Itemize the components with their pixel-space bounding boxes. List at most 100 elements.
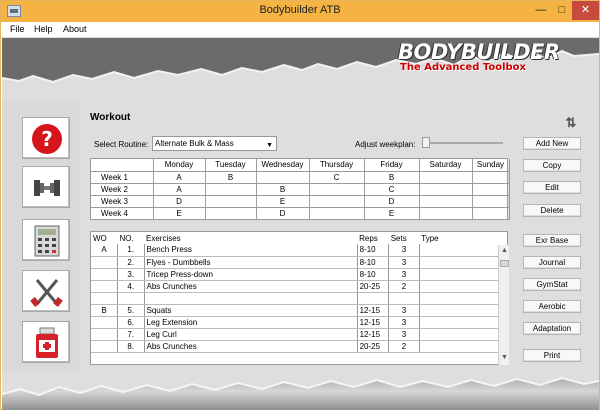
move-arrows-icon[interactable]: ⇅: [562, 114, 580, 132]
exercise-row[interactable]: 7. Leg Curl 12-15 3: [91, 328, 507, 341]
schedule-row[interactable]: Week 1ABCB: [91, 170, 510, 184]
edit-button[interactable]: Edit: [523, 181, 581, 194]
routine-label: Select Routine:: [94, 140, 149, 149]
advanced-toolbox-tagline: The Advanced Toolbox: [400, 62, 526, 73]
menu-bar: File Help About: [1, 22, 599, 38]
schedule-cell[interactable]: [418, 170, 473, 184]
schedule-cell[interactable]: A: [152, 182, 206, 196]
exercise-reps: 8-10: [357, 256, 390, 269]
schedule-cell[interactable]: B: [255, 182, 310, 196]
exercise-row[interactable]: B 5. Squats 12-15 3: [91, 304, 507, 317]
schedule-cell[interactable]: A: [152, 170, 206, 184]
adaptation-button[interactable]: Adaptation: [523, 322, 581, 335]
exercise-number: 2.: [117, 256, 145, 269]
exercise-sets: 3: [388, 304, 420, 317]
journal-button[interactable]: Journal: [523, 256, 581, 269]
schedule-cell[interactable]: [418, 182, 473, 196]
exercise-table: WO NO. Exercises Reps Sets Type A 1. Bench…: [90, 231, 508, 365]
workout-label: [91, 268, 118, 281]
gymstat-button[interactable]: GymStat: [523, 278, 581, 291]
type-header: Type: [419, 232, 507, 244]
maximize-button[interactable]: □: [552, 1, 572, 20]
exercise-row[interactable]: 4. Abs Crunches 20-25 2: [91, 280, 507, 293]
schedule-cell[interactable]: [471, 182, 510, 196]
schedule-cell[interactable]: B: [363, 170, 420, 184]
aerobic-button[interactable]: Aerobic: [523, 300, 581, 313]
schedule-cell[interactable]: D: [152, 194, 206, 208]
exercise-sets: 3: [388, 316, 420, 329]
calculator-icon: [34, 225, 60, 257]
help-tile[interactable]: ?: [22, 117, 70, 159]
exercise-reps: 12-15: [357, 316, 390, 329]
schedule-cell[interactable]: [418, 206, 473, 220]
schedule-cell[interactable]: C: [363, 182, 420, 196]
schedule-header: Wednesday: [255, 159, 310, 172]
minimize-button[interactable]: —: [530, 1, 552, 20]
schedule-row[interactable]: Week 2A B C: [91, 182, 510, 196]
scroll-thumb[interactable]: [500, 260, 509, 267]
exercise-type: [419, 304, 507, 317]
print-button[interactable]: Print: [523, 349, 581, 362]
exercise-name: Bench Press: [144, 244, 358, 257]
schedule-cell[interactable]: D: [363, 194, 420, 208]
scroll-up-icon[interactable]: ▲: [500, 246, 509, 255]
schedule-cell[interactable]: D: [255, 206, 310, 220]
exercise-row[interactable]: 6. Leg Extension 12-15 3: [91, 316, 507, 329]
exercise-row[interactable]: 8. Abs Crunches 20-25 2: [91, 340, 507, 353]
weekplan-slider-track[interactable]: [427, 142, 503, 144]
schedule-row[interactable]: Week 3DED: [91, 194, 510, 208]
schedule-cell[interactable]: [308, 194, 365, 208]
exercise-sets: [388, 292, 420, 305]
exercise-row[interactable]: 3. Tricep Press-down 8-10 3: [91, 268, 507, 281]
exr-base-button[interactable]: Exr Base: [523, 234, 581, 247]
exercise-header-row: WO NO. Exercises Reps Sets Type: [91, 232, 507, 244]
routine-select[interactable]: Alternate Bulk & Mass ▼: [152, 136, 277, 151]
workout-label: B: [91, 304, 118, 317]
supplements-tile[interactable]: [22, 321, 70, 363]
schedule-cell[interactable]: [471, 170, 510, 184]
schedule-cell[interactable]: [204, 194, 257, 208]
schedule-cell[interactable]: [308, 206, 365, 220]
delete-button[interactable]: Delete: [523, 204, 581, 217]
exercise-number: 3.: [117, 268, 145, 281]
menu-file[interactable]: File: [10, 24, 25, 34]
exercise-row[interactable]: A 1. Bench Press 8-10 3: [91, 244, 507, 257]
workout-label: [91, 256, 118, 269]
schedule-cell[interactable]: [308, 182, 365, 196]
schedule-cell[interactable]: [204, 206, 257, 220]
schedule-cell[interactable]: B: [204, 170, 257, 184]
exercise-reps: 12-15: [357, 328, 390, 341]
exercise-scrollbar[interactable]: ▲ ▼: [498, 245, 509, 365]
add-new-button[interactable]: Add New: [523, 137, 581, 150]
exercise-reps: 12-15: [357, 304, 390, 317]
schedule-cell[interactable]: [255, 170, 310, 184]
dumbbell-tile[interactable]: [22, 166, 70, 208]
close-button[interactable]: ✕: [572, 1, 599, 20]
schedule-header: [91, 159, 154, 172]
exercise-name-header: Exercises: [144, 232, 358, 244]
exercise-reps: [357, 292, 390, 305]
menu-help[interactable]: Help: [34, 24, 53, 34]
exercise-row[interactable]: 2. Flyes - Dumbbells 8-10 3: [91, 256, 507, 269]
schedule-cell[interactable]: [418, 194, 473, 208]
help-icon: ?: [32, 124, 62, 154]
window-title: Bodybuilder ATB: [259, 4, 341, 16]
schedule-cell[interactable]: [204, 182, 257, 196]
schedule-cell[interactable]: C: [308, 170, 365, 184]
schedule-cell[interactable]: E: [152, 206, 206, 220]
schedule-cell[interactable]: E: [363, 206, 420, 220]
calculator-tile[interactable]: [22, 219, 70, 261]
schedule-cell[interactable]: [471, 206, 510, 220]
week-label: Week 1: [91, 170, 154, 184]
schedule-row[interactable]: Week 4EDE: [91, 206, 510, 220]
workout-label: A: [91, 244, 118, 257]
exercise-row[interactable]: [91, 292, 507, 305]
schedule-header-row: Monday Tuesday Wednesday Thursday Friday…: [91, 159, 510, 172]
schedule-cell[interactable]: [471, 194, 510, 208]
nutrition-tile[interactable]: [22, 270, 70, 312]
copy-button[interactable]: Copy: [523, 159, 581, 172]
schedule-cell[interactable]: E: [255, 194, 310, 208]
weekplan-slider-thumb[interactable]: [422, 137, 430, 148]
scroll-down-icon[interactable]: ▼: [500, 353, 509, 362]
menu-about[interactable]: About: [63, 24, 87, 34]
